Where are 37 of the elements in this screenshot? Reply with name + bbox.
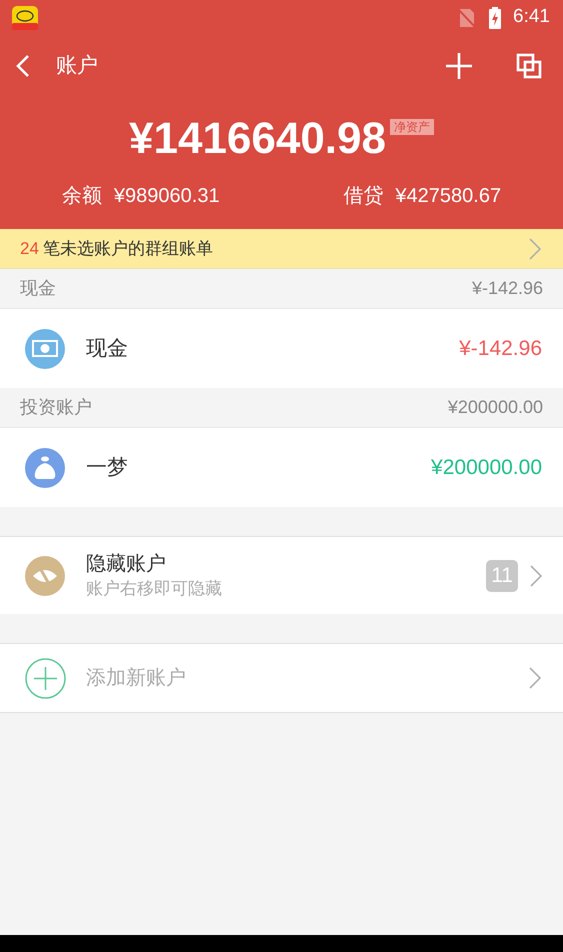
chevron-right-icon xyxy=(529,667,541,689)
group-total: ¥200000.00 xyxy=(448,396,543,419)
account-row[interactable]: 现金 ¥-142.96 xyxy=(0,309,563,388)
status-time: 6:41 xyxy=(513,5,550,30)
chevron-right-icon xyxy=(529,238,541,260)
balance-amount: ¥989060.31 xyxy=(114,184,220,209)
notice-count: 24 xyxy=(20,238,39,260)
page-title: 账户 xyxy=(56,53,98,80)
debt-label: 借贷 xyxy=(343,184,384,209)
notice-banner[interactable]: 24 笔未选账户的群组账单 xyxy=(0,229,563,269)
notice-text: 笔未选账户的群组账单 xyxy=(42,238,214,260)
group-name: 投资账户 xyxy=(20,396,92,419)
hidden-accounts-title: 隐藏账户 xyxy=(86,552,167,576)
money-bag-icon xyxy=(25,448,65,488)
eye-slash-icon xyxy=(25,556,65,596)
back-icon xyxy=(16,54,30,78)
net-worth-tag: 净资产 xyxy=(390,119,434,135)
net-worth-amount: ¥1416640.98 xyxy=(129,113,386,165)
group-name: 现金 xyxy=(20,277,56,300)
add-account-label: 添加新账户 xyxy=(86,666,187,691)
no-sim-icon xyxy=(459,8,476,28)
debt-amount: ¥427580.67 xyxy=(395,184,502,209)
group-total: ¥-142.96 xyxy=(472,277,543,300)
account-amount: ¥200000.00 xyxy=(431,454,542,481)
account-name: 现金 xyxy=(86,336,129,362)
chevron-right-icon xyxy=(530,564,542,586)
plus-circle-icon xyxy=(25,658,66,698)
cash-icon xyxy=(25,328,65,368)
account-row[interactable]: 一梦 ¥200000.00 xyxy=(0,428,563,507)
account-name: 一梦 xyxy=(86,454,129,481)
app-icon xyxy=(12,6,38,30)
balance-label: 余额 xyxy=(62,184,102,209)
battery-charging-icon xyxy=(489,6,502,28)
account-amount: ¥-142.96 xyxy=(459,336,542,362)
plus-icon xyxy=(445,52,473,80)
overlap-squares-icon xyxy=(516,53,542,79)
hidden-accounts-hint: 账户右移即可隐藏 xyxy=(86,578,223,600)
